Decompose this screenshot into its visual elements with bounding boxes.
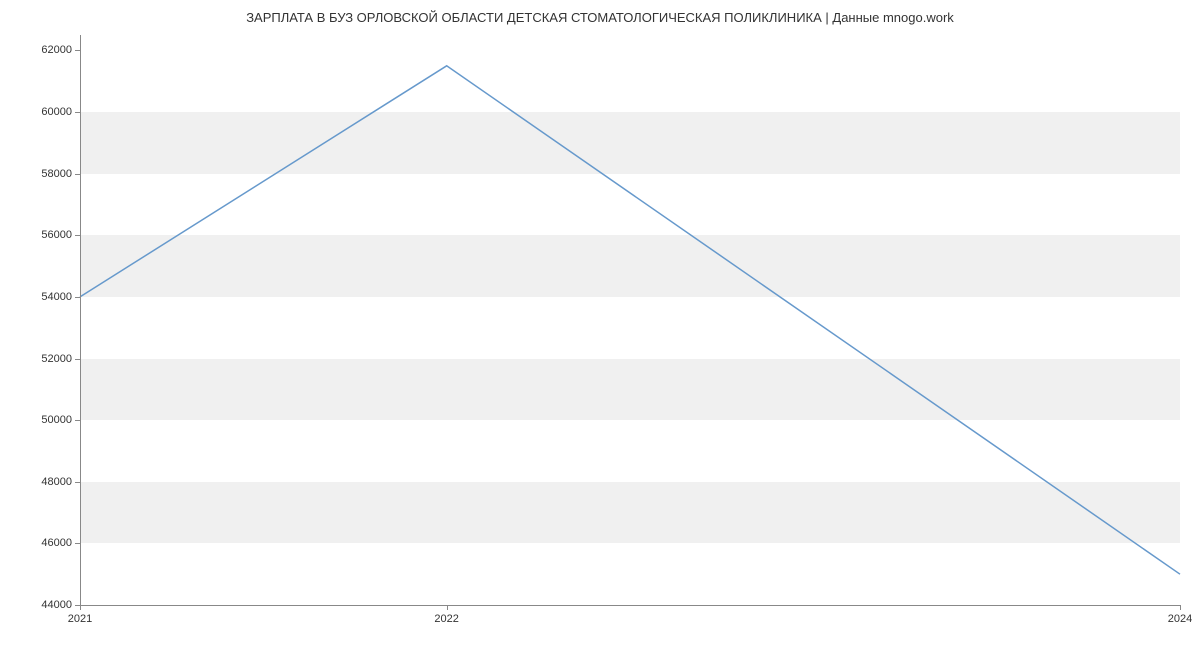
y-tick-label: 52000 xyxy=(41,353,72,365)
y-tick-label: 54000 xyxy=(41,291,72,303)
plot-area: 4400046000480005000052000540005600058000… xyxy=(80,35,1180,605)
y-tick-label: 62000 xyxy=(41,44,72,56)
y-tick-label: 50000 xyxy=(41,414,72,426)
y-tick-label: 46000 xyxy=(41,537,72,549)
x-tick xyxy=(1180,605,1181,610)
x-tick-label: 2024 xyxy=(1168,613,1192,625)
y-tick-label: 56000 xyxy=(41,229,72,241)
x-tick-label: 2021 xyxy=(68,613,92,625)
chart-container: ЗАРПЛАТА В БУЗ ОРЛОВСКОЙ ОБЛАСТИ ДЕТСКАЯ… xyxy=(0,0,1200,650)
x-tick-label: 2022 xyxy=(434,613,458,625)
y-tick-label: 44000 xyxy=(41,599,72,611)
line-series xyxy=(80,35,1180,605)
y-axis-line xyxy=(80,35,81,605)
y-tick-label: 48000 xyxy=(41,476,72,488)
y-tick-label: 60000 xyxy=(41,106,72,118)
y-tick-label: 58000 xyxy=(41,168,72,180)
x-axis-line xyxy=(80,605,1180,606)
line-path xyxy=(80,66,1180,574)
chart-title: ЗАРПЛАТА В БУЗ ОРЛОВСКОЙ ОБЛАСТИ ДЕТСКАЯ… xyxy=(0,0,1200,25)
